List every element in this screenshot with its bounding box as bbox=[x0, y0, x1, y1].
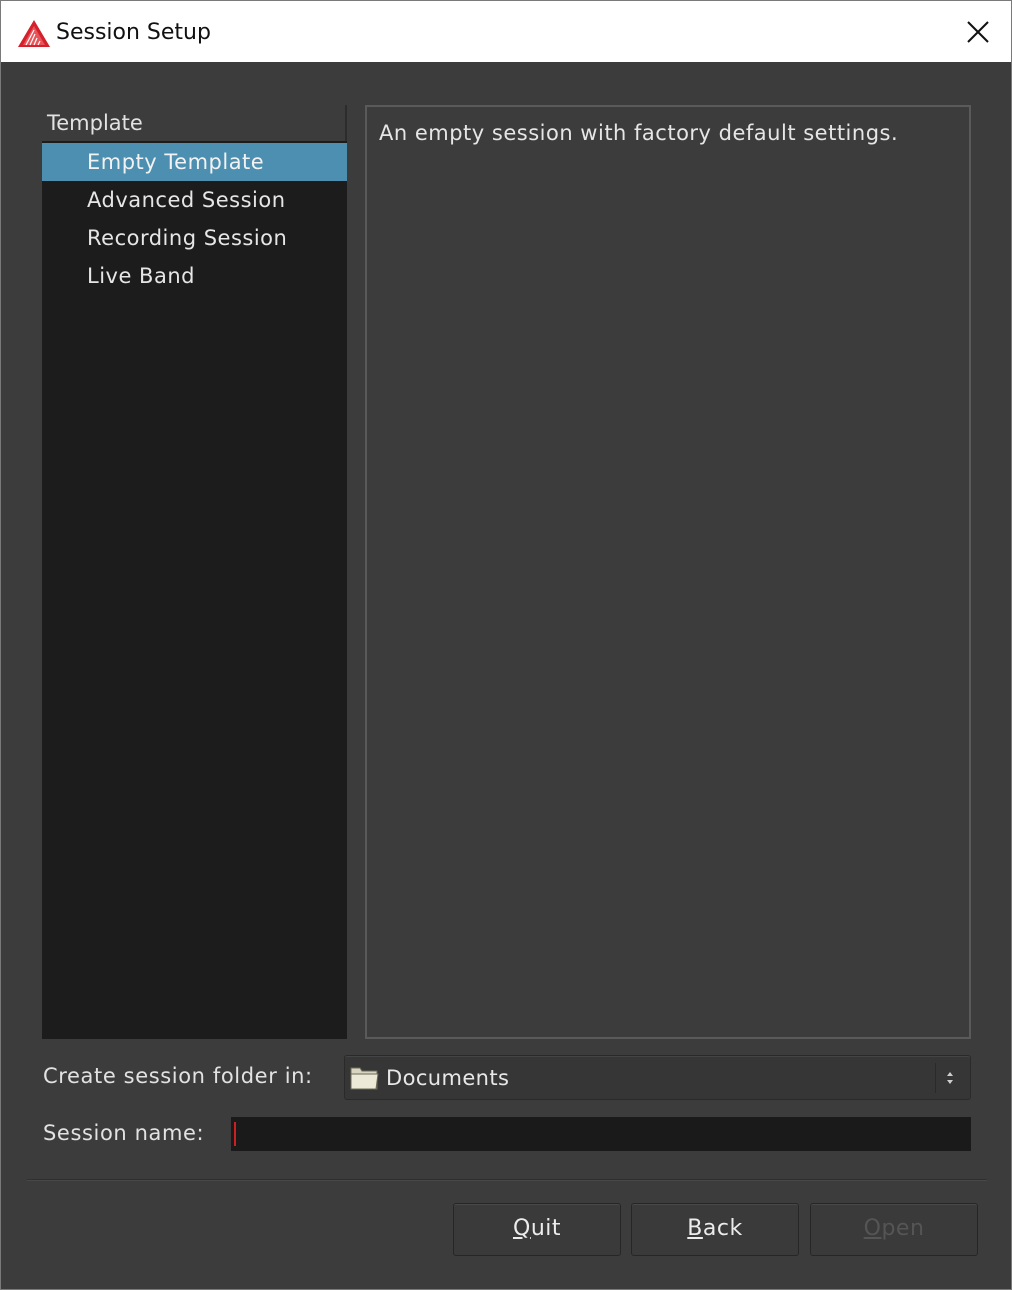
quit-button[interactable]: Quit bbox=[453, 1203, 621, 1256]
back-mnemonic: B bbox=[687, 1216, 703, 1241]
session-folder-select[interactable]: Documents bbox=[344, 1055, 971, 1100]
dialog-content: Template Empty Template Advanced Session… bbox=[1, 62, 1011, 1289]
back-button[interactable]: Back bbox=[631, 1203, 799, 1256]
folder-label: Create session folder in: bbox=[43, 1064, 313, 1088]
template-list-panel: Template Empty Template Advanced Session… bbox=[42, 105, 347, 1039]
open-mnemonic: O bbox=[863, 1216, 882, 1241]
session-setup-dialog: Session Setup Template Empty Template Ad… bbox=[0, 0, 1012, 1290]
close-button[interactable] bbox=[953, 9, 1003, 55]
template-list: Empty Template Advanced Session Recordin… bbox=[42, 143, 347, 295]
template-item-recording-session[interactable]: Recording Session bbox=[42, 219, 347, 257]
template-item-empty-template[interactable]: Empty Template bbox=[42, 143, 347, 181]
text-caret bbox=[234, 1122, 236, 1146]
open-label-rest: pen bbox=[881, 1216, 925, 1241]
template-item-advanced-session[interactable]: Advanced Session bbox=[42, 181, 347, 219]
session-name-input[interactable] bbox=[231, 1117, 971, 1151]
template-description-panel: An empty session with factory default se… bbox=[365, 105, 971, 1039]
folder-icon bbox=[350, 1067, 379, 1090]
button-divider bbox=[27, 1179, 987, 1181]
template-column-header[interactable]: Template bbox=[42, 105, 347, 141]
session-name-label: Session name: bbox=[43, 1121, 205, 1145]
window-title: Session Setup bbox=[56, 20, 211, 45]
folder-value: Documents bbox=[386, 1066, 510, 1090]
updown-arrow-icon bbox=[947, 1072, 953, 1084]
template-header-label: Template bbox=[47, 111, 143, 135]
back-label-rest: ack bbox=[702, 1216, 743, 1241]
close-icon bbox=[967, 21, 989, 43]
ardour-logo-icon bbox=[18, 20, 50, 47]
quit-label-rest: uit bbox=[530, 1216, 561, 1241]
quit-mnemonic: Q bbox=[512, 1216, 531, 1241]
combo-separator bbox=[935, 1063, 936, 1093]
open-button[interactable]: Open bbox=[810, 1203, 978, 1256]
template-description: An empty session with factory default se… bbox=[379, 121, 899, 145]
title-bar: Session Setup bbox=[1, 1, 1011, 62]
template-item-live-band[interactable]: Live Band bbox=[42, 257, 347, 295]
